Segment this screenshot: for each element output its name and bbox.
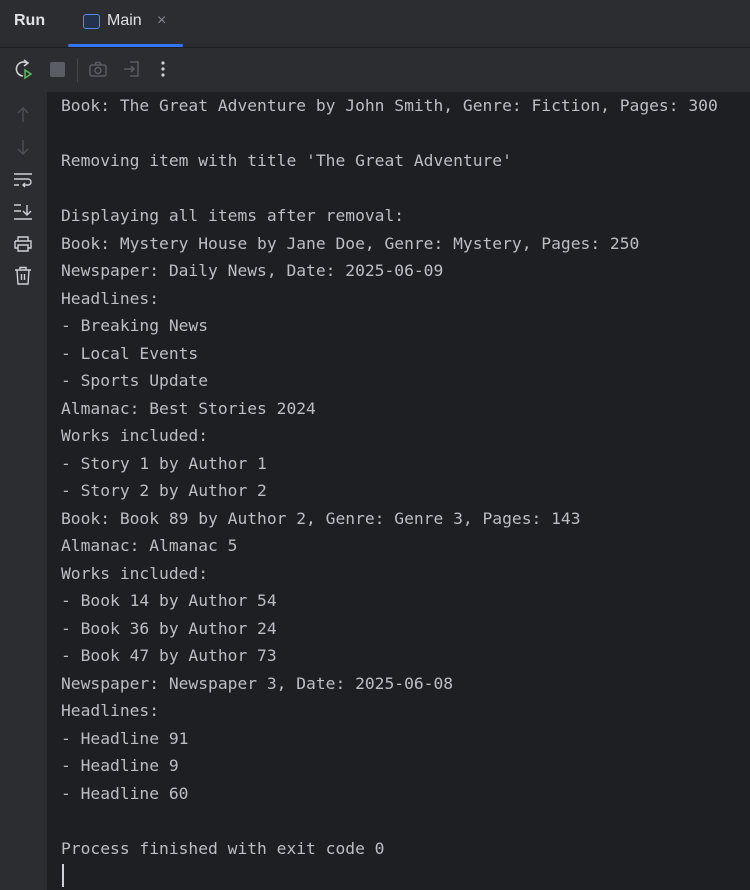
soft-wrap-icon[interactable] — [12, 169, 34, 191]
trash-icon[interactable] — [12, 265, 34, 287]
console-line: Almanac: Best Stories 2024 — [61, 398, 316, 418]
console-line: Book: Book 89 by Author 2, Genre: Genre … — [61, 508, 581, 528]
console-output[interactable]: Book: The Great Adventure by John Smith,… — [61, 92, 718, 862]
close-icon[interactable]: × — [157, 12, 166, 30]
console-line: Headlines: — [61, 288, 160, 308]
console-line: Removing item with title 'The Great Adve… — [61, 151, 512, 170]
console-line: Book: The Great Adventure by John Smith,… — [61, 96, 718, 115]
console-line: - Sports Update — [61, 371, 209, 390]
console-line: Displaying all items after removal: — [61, 206, 405, 225]
console-line: Book: Mystery House by Jane Doe, Genre: … — [61, 233, 640, 253]
more-icon[interactable] — [152, 58, 174, 80]
arrow-up-icon[interactable] — [12, 104, 34, 126]
console-line: Newspaper: Daily News, Date: 2025-06-09 — [61, 261, 444, 280]
console-line: - Book 36 by Author 24 — [61, 618, 277, 638]
console-line: Headlines: — [61, 701, 160, 720]
console-line: - Story 2 by Author 2 — [61, 481, 267, 500]
print-icon[interactable] — [12, 233, 34, 255]
active-tab-indicator — [68, 44, 183, 47]
console-line: - Breaking News — [61, 316, 209, 335]
rerun-icon[interactable] — [12, 58, 34, 80]
camera-icon[interactable] — [87, 58, 109, 80]
tool-window-header: Run Main × — [0, 0, 750, 48]
text-caret — [62, 864, 64, 887]
run-toolbar — [0, 48, 750, 92]
run-tool-window-title: Run — [14, 12, 46, 29]
console-line: Newspaper: Newspaper 3, Date: 2025-06-08 — [61, 673, 454, 693]
console-line: - Headline 9 — [61, 756, 179, 775]
console-line: - Headline 91 — [61, 728, 189, 748]
console-line: Process finished with exit code 0 — [61, 838, 385, 858]
console-line: - Local Events — [61, 343, 199, 363]
console-window-icon — [83, 14, 100, 29]
arrow-down-icon[interactable] — [12, 136, 34, 158]
console-side-toolbar — [0, 92, 47, 890]
scroll-to-end-icon[interactable] — [12, 201, 34, 223]
console-line: - Book 14 by Author 54 — [61, 591, 277, 610]
console-line: - Book 47 by Author 73 — [61, 646, 277, 665]
stop-icon[interactable] — [46, 58, 68, 80]
toolbar-separator — [77, 58, 78, 82]
console-line: Works included: — [61, 426, 209, 445]
tab-main[interactable]: Main × — [68, 0, 183, 47]
console-line: Almanac: Almanac 5 — [61, 536, 238, 555]
console-line: - Story 1 by Author 1 — [61, 453, 267, 473]
tab-main-label: Main — [107, 12, 142, 29]
console-line: - Headline 60 — [61, 783, 189, 803]
exit-icon[interactable] — [121, 58, 143, 80]
console-line: Works included: — [61, 563, 209, 583]
